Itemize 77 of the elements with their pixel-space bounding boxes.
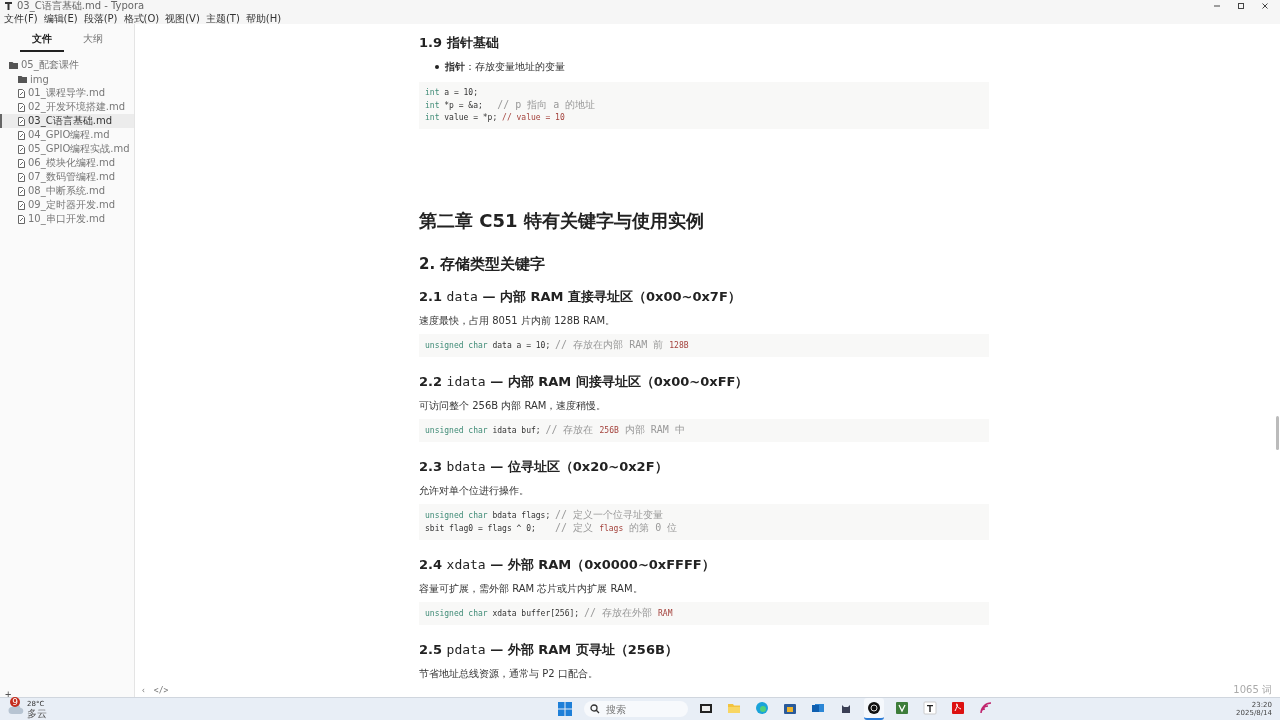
paragraph: 速度最快，占用 8051 片内前 128B RAM。 [419, 314, 617, 328]
code-line: unsigned char data a = 10; // 存放在内部 RAM 前 128B [425, 339, 690, 352]
record-icon [866, 701, 881, 715]
bullet-icon [435, 65, 439, 69]
subsection-heading: 2.3 bdata — 位寻址区（0x20~0x2F） [419, 458, 669, 476]
code-line: sbit flag0 = flags ^ 0; // 定义 flags 的第 0 位 [425, 522, 679, 535]
menu-item[interactable]: 视图(V) [163, 11, 202, 25]
code-line: int value = *p; // value = 10 [425, 112, 566, 124]
file-tree-item[interactable]: 05_配套课件 [0, 58, 134, 72]
menu-item[interactable]: 文件(F) [2, 11, 40, 25]
code-line: unsigned char xdata buffer[256]; // 存放在外部 RAM [425, 607, 674, 620]
mail-icon [810, 701, 825, 715]
sidebar-tab[interactable]: 大纲 [70, 30, 115, 52]
scrollbar-thumb[interactable] [1276, 416, 1279, 450]
app-icon [4, 1, 13, 11]
close-icon[interactable] [1260, 1, 1270, 11]
subsection-heading: 2.1 data — 内部 RAM 直接寻址区（0x00~0x7F） [419, 288, 742, 306]
cloud-icon [8, 703, 24, 715]
sidebar-tab[interactable]: 文件 [19, 30, 64, 52]
window-icon [698, 701, 713, 715]
folder-icon [726, 701, 741, 715]
code-line: int *p = &a; // p 指向 a 的地址 [425, 99, 597, 112]
taskbar-app-button[interactable] [863, 698, 884, 720]
file-tree-item[interactable]: 02_开发环境搭建.md [0, 100, 134, 114]
subsection-heading: 2.2 idata — 内部 RAM 间接寻址区（0x00~0xFF） [419, 373, 750, 391]
document-icon [18, 130, 25, 140]
menu-item[interactable]: 格式(O) [121, 11, 162, 25]
document-icon [18, 186, 25, 196]
maximize-icon[interactable] [1236, 1, 1246, 11]
file-tree-item[interactable]: 03_C语言基础.md [0, 114, 134, 128]
menu-item[interactable]: 帮助(H) [243, 11, 284, 25]
signal-icon [978, 701, 993, 715]
document-icon [18, 88, 25, 98]
document-icon [18, 158, 25, 168]
file-tree-item[interactable]: 07_数码管编程.md [0, 170, 134, 184]
back-button[interactable]: ‹ [139, 685, 148, 695]
document-icon [18, 116, 25, 126]
notification-badge: 9 [10, 697, 20, 707]
subsection-heading: 1.9 指针基础 [419, 34, 500, 52]
paragraph: 允许对单个位进行操作。 [419, 484, 530, 498]
document-icon [18, 200, 25, 210]
document-icon [18, 102, 25, 112]
file-tree-item[interactable]: 06_模块化编程.md [0, 156, 134, 170]
add-button[interactable]: + [3, 688, 14, 700]
paragraph: 容量可扩展，需外部 RAM 芯片或片内扩展 RAM。 [419, 582, 644, 596]
window-title: 03_C语言基础.md - Typora [17, 0, 145, 12]
globe-icon [754, 701, 769, 715]
source-code-button[interactable]: </> [151, 685, 171, 695]
subsection-heading: 2.4 xdata — 外部 RAM（0x0000~0xFFFF） [419, 556, 716, 574]
file-tree-item[interactable]: 08_中断系统.md [0, 184, 134, 198]
file-tree-item[interactable]: img [0, 72, 134, 86]
weather-text: 多云 [27, 708, 47, 719]
spreadsheet-icon [894, 701, 909, 715]
file-tree-item[interactable]: 01_课程导学.md [0, 86, 134, 100]
typora-icon [922, 701, 937, 715]
search-field[interactable]: 搜索 [583, 701, 688, 717]
document-icon [18, 172, 25, 182]
menu-item[interactable]: 主题(T) [203, 11, 242, 25]
file-tree-item[interactable]: 09_定时器开发.md [0, 198, 134, 212]
paragraph: 节省地址总线资源，通常与 P2 口配合。 [419, 667, 599, 681]
document-icon [18, 144, 25, 154]
file-tree-item[interactable]: 04_GPIO编程.md [0, 128, 134, 142]
start-icon [557, 702, 572, 716]
code-line: int a = 10; [425, 87, 479, 99]
menu-item[interactable]: 段落(P) [81, 11, 120, 25]
section-heading: 2. 存储类型关键字 [419, 255, 547, 274]
store-icon [782, 701, 797, 715]
menu-item[interactable]: 编辑(E) [41, 11, 80, 25]
code-line: unsigned char idata buf; // 存放在 256B 内部 RAM 中 [425, 424, 686, 437]
document-icon [18, 214, 25, 224]
subsection-heading: 2.5 pdata — 外部 RAM 页寻址（256B） [419, 641, 679, 659]
paragraph: 可访问整个 256B 内部 RAM，速度稍慢。 [419, 399, 608, 413]
list-item-text: 指针：存放变量地址的变量 [445, 60, 565, 74]
file-tree-item[interactable]: 10_串口开发.md [0, 212, 134, 226]
chapter-heading: 第二章 C51 特有关键字与使用实例 [419, 209, 705, 233]
pdf-icon [950, 701, 965, 715]
file-tree-item[interactable]: 05_GPIO编程实战.md [0, 142, 134, 156]
